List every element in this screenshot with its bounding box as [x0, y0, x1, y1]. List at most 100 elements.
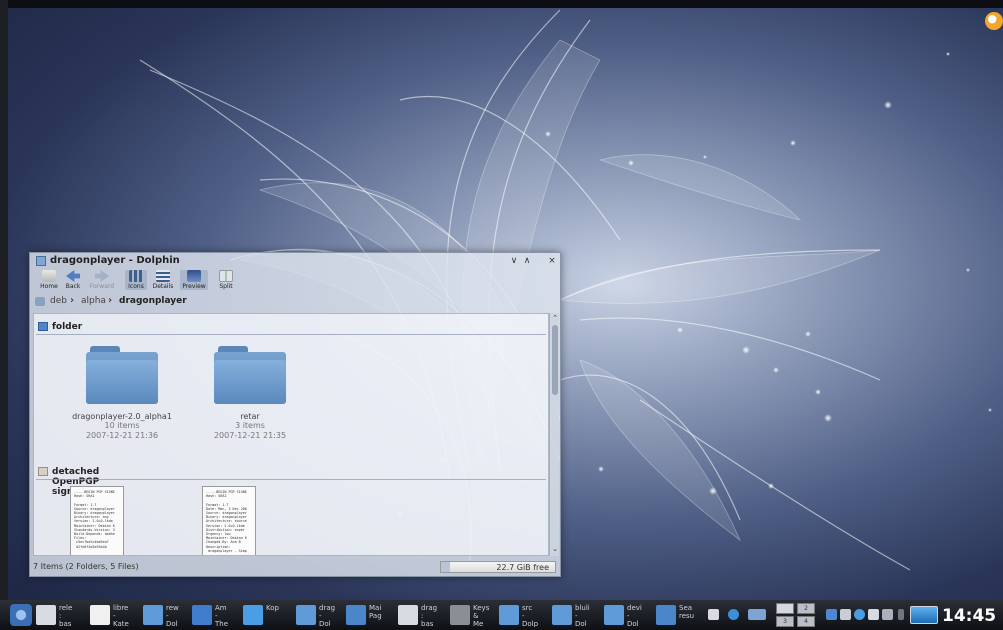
- split-button[interactable]: Split: [216, 270, 236, 290]
- close-icon[interactable]: ×: [546, 255, 558, 267]
- signature-file-preview[interactable]: -----BEGIN PGP SIGNE Hash: SHA1 Format: …: [202, 486, 256, 555]
- task-app-icon: [296, 605, 316, 625]
- folder-icon: [214, 344, 286, 404]
- free-space-fill: [441, 562, 451, 572]
- breadcrumb-separator-icon: ›: [70, 295, 75, 306]
- taskbar-task[interactable]: Sea resu: [656, 603, 704, 627]
- preview-button[interactable]: Preview: [180, 270, 208, 290]
- window-titlebar[interactable]: dragonplayer - Dolphin ∨ ∧ ×: [30, 253, 560, 269]
- taskbar-task[interactable]: bluli - Dol: [552, 603, 600, 627]
- pager-desktop-3[interactable]: 3: [776, 616, 794, 627]
- show-desktop-icon[interactable]: [910, 606, 938, 624]
- split-icon: [219, 270, 233, 282]
- window-toolbar: Home Back Forward Icons Details Preview …: [30, 269, 560, 293]
- signature-file-preview[interactable]: -----BEGIN PGP SIGNE Hash: SHA1 Format: …: [70, 486, 124, 555]
- folder-group-icon: [38, 322, 48, 331]
- task-app-icon: [90, 605, 110, 625]
- taskbar-task[interactable]: libre - Kate: [90, 603, 138, 627]
- pager-desktop-4[interactable]: 4: [797, 616, 815, 627]
- updates-icon[interactable]: [882, 609, 893, 620]
- task-app-icon: [143, 605, 163, 625]
- scroll-down-icon[interactable]: ⌄: [550, 544, 560, 554]
- task-label: Keys & Me: [473, 604, 490, 627]
- dolphin-window: dragonplayer - Dolphin ∨ ∧ × Home Back F…: [29, 252, 561, 577]
- kopete-tray-icon[interactable]: [854, 609, 865, 620]
- battery-icon[interactable]: [898, 609, 904, 620]
- pager-desktop-1[interactable]: [776, 603, 794, 614]
- details-view-icon: [156, 270, 170, 282]
- preview-icon: [187, 270, 201, 282]
- taskbar-task[interactable]: rew - Dol: [143, 603, 191, 627]
- taskbar-task[interactable]: src - Dolp: [499, 603, 547, 627]
- pager-desktop-2[interactable]: 2: [797, 603, 815, 614]
- taskbar-task[interactable]: rele : bas: [36, 603, 84, 627]
- scrollbar-thumb[interactable]: [552, 325, 558, 395]
- taskbar-task[interactable]: devi - Dol: [604, 603, 652, 627]
- task-label: bluli - Dol: [575, 604, 590, 627]
- details-view-button[interactable]: Details: [151, 270, 175, 290]
- folder-date: 2007-12-21 21:35: [213, 431, 287, 440]
- vertical-scrollbar[interactable]: ⌃ ⌄: [549, 313, 559, 556]
- task-label: Sea resu: [679, 604, 695, 620]
- clock[interactable]: 14:45: [942, 606, 996, 626]
- pacman-icon[interactable]: [985, 12, 1003, 30]
- forward-label: Forward: [89, 283, 115, 290]
- signature-group-icon: [38, 467, 48, 476]
- task-label: Kop: [266, 604, 279, 612]
- folder-icon: [86, 344, 158, 404]
- task-app-icon: [192, 605, 212, 625]
- breadcrumb-item-alpha[interactable]: alpha: [81, 296, 106, 306]
- folder-name: retar: [240, 412, 260, 421]
- taskbar-task[interactable]: drag - Dol: [296, 603, 344, 627]
- mail-icon[interactable]: [748, 609, 766, 620]
- icons-label: Icons: [128, 283, 144, 290]
- kde-menu-icon[interactable]: [10, 604, 32, 626]
- details-label: Details: [152, 283, 174, 290]
- breadcrumb-item-dragonplayer[interactable]: dragonplayer: [119, 296, 187, 306]
- group-divider: [36, 334, 546, 335]
- home-label: Home: [40, 283, 58, 290]
- task-app-icon: [36, 605, 56, 625]
- taskbar-task[interactable]: Kop: [243, 603, 291, 627]
- task-app-icon: [656, 605, 676, 625]
- task-label: src - Dolp: [522, 604, 539, 627]
- icons-view-button[interactable]: Icons: [125, 270, 147, 290]
- free-space-label: 22.7 GiB free: [496, 563, 549, 572]
- folder-item-retar[interactable]: retar 3 items 2007-12-21 21:35: [180, 344, 320, 441]
- taskbar-task[interactable]: drag : bas: [398, 603, 446, 627]
- breadcrumb: deb › alpha › dragonplayer: [30, 294, 560, 310]
- scroll-up-icon[interactable]: ⌃: [550, 313, 560, 323]
- breadcrumb-separator-icon: ›: [108, 295, 113, 306]
- file-view[interactable]: folder dragonplayer-2.0_alpha1 10 items …: [33, 313, 549, 556]
- home-button[interactable]: Home: [38, 270, 60, 290]
- taskbar-task[interactable]: Mai Pag: [346, 603, 394, 627]
- taskbar-task[interactable]: Am - The: [192, 603, 240, 627]
- clipboard-icon[interactable]: [708, 609, 719, 620]
- klipper-icon[interactable]: [826, 609, 837, 620]
- network-icon[interactable]: [728, 609, 739, 620]
- split-label: Split: [219, 283, 233, 290]
- folder-date: 2007-12-21 21:36: [85, 431, 159, 440]
- back-button[interactable]: Back: [63, 270, 83, 290]
- drive-icon: [35, 297, 45, 306]
- taskbar-task[interactable]: Keys & Me: [450, 603, 498, 627]
- task-app-icon: [552, 605, 572, 625]
- maximize-icon[interactable]: ∧: [521, 255, 533, 267]
- folder-name: dragonplayer-2.0_alpha1: [72, 412, 172, 421]
- task-app-icon: [450, 605, 470, 625]
- breadcrumb-item-deb[interactable]: deb: [50, 296, 67, 306]
- dolphin-app-icon: [36, 256, 46, 266]
- back-arrow-icon: [66, 270, 80, 282]
- printer-icon[interactable]: [868, 609, 879, 620]
- task-label: Am - The: [215, 604, 229, 627]
- task-label: rew - Dol: [166, 604, 179, 627]
- task-app-icon: [604, 605, 624, 625]
- task-label: rele : bas: [59, 604, 73, 627]
- left-edge-panel: [0, 0, 8, 600]
- forward-button[interactable]: Forward: [88, 270, 116, 290]
- folder-item-dragonplayer[interactable]: dragonplayer-2.0_alpha1 10 items 2007-12…: [52, 344, 192, 441]
- minimize-icon[interactable]: ∨: [508, 255, 520, 267]
- task-app-icon: [243, 605, 263, 625]
- task-label: devi - Dol: [627, 604, 642, 627]
- volume-icon[interactable]: [840, 609, 851, 620]
